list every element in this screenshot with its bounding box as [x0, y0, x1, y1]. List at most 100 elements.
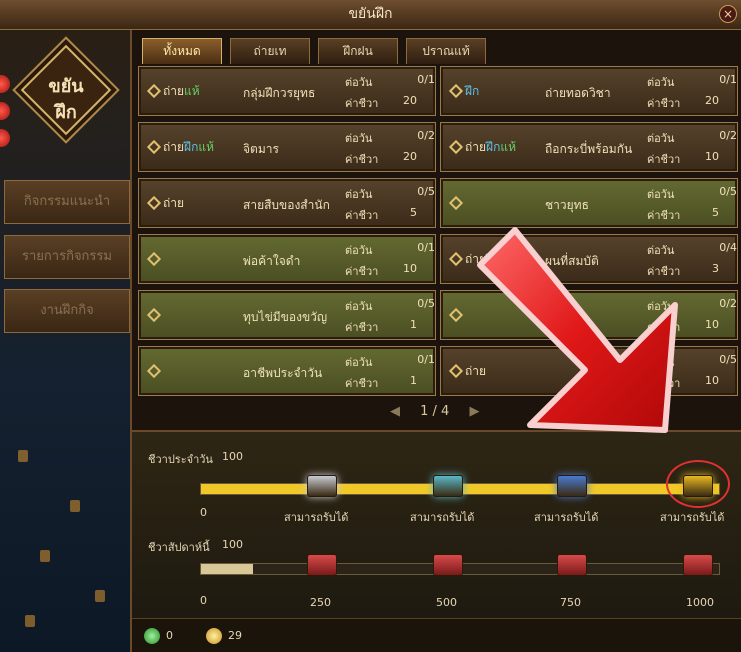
task-card[interactable]: ทุบไข่มีของขวัญ ต่อวัน ค่าชีวา 0/5 1	[138, 290, 436, 340]
per-day-label: ต่อวัน	[345, 132, 373, 145]
per-day-value: 0/1	[719, 73, 737, 86]
diamond-icon	[448, 251, 464, 267]
highlight-circle	[666, 460, 730, 508]
task-card[interactable]: ถ่ายฝึกแห้ ถือกระบี่พร้อมกัน ต่อวัน ค่าชีวา…	[440, 122, 738, 172]
tab-3[interactable]: ปราณแท้	[406, 38, 486, 64]
diamond-icon	[146, 139, 162, 155]
task-name: ชาวยุทธ	[545, 198, 589, 212]
task-tag: ถ่าย	[163, 84, 185, 98]
per-day-label: ต่อวัน	[647, 188, 675, 201]
diamond-icon	[146, 307, 162, 323]
life-label: ค่าชีวา	[647, 97, 681, 110]
life-value: 10	[705, 150, 719, 163]
red-orb-icon	[0, 129, 10, 147]
task-card[interactable]: ชาวยุทธ ต่อวัน ค่าชีวา 0/5 5	[440, 178, 738, 228]
daily-start: 0	[200, 506, 207, 519]
diamond-icon	[448, 307, 464, 323]
weekly-title: ชีวาสัปดาห์นี้	[148, 541, 210, 554]
life-value: 20	[403, 94, 417, 107]
task-tags: ฝึก	[465, 82, 479, 101]
emblem-title: ขยัน ฝึก	[48, 76, 84, 123]
daily-chest-label: สามารถรับได้	[284, 511, 349, 524]
task-card[interactable]: พ่อค้าใจดำ ต่อวัน ค่าชีวา 0/1 10	[138, 234, 436, 284]
task-card[interactable]: ถ่ายแห้ กลุ่มฝึกวรยุทธ ต่อวัน ค่าชีวา 0/1 20	[138, 66, 436, 116]
weekly-start: 0	[200, 594, 207, 607]
task-name: ถือกระบี่พร้อมกัน	[545, 142, 633, 156]
diamond-icon	[146, 251, 162, 267]
left-button-recommended[interactable]: กิจกรรมแนะนำ	[4, 180, 130, 224]
diamond-icon	[448, 139, 464, 155]
left-button-tasks[interactable]: งานฝึกกิจ	[4, 289, 130, 333]
weekly-chest-icon[interactable]	[557, 554, 587, 576]
per-day-label: ต่อวัน	[345, 76, 373, 89]
weekly-max: 100	[222, 538, 243, 551]
diamond-icon	[448, 83, 464, 99]
diamond-icon	[448, 363, 464, 379]
task-name: ทุบไข่มีของขวัญ	[243, 310, 328, 324]
task-tag: ฝึก	[486, 140, 501, 154]
per-day-label: ต่อวัน	[345, 244, 373, 257]
weekly-chest-icon[interactable]	[683, 554, 713, 576]
per-day-value: 0/2	[719, 129, 737, 142]
per-day-value: 0/1	[417, 73, 435, 86]
prev-page-icon[interactable]: ◀	[390, 404, 400, 419]
task-card[interactable]: ถ่าย สายสืบของสำนัก ต่อวัน ค่าชีวา 0/5 5	[138, 178, 436, 228]
task-tags: ถ่ายฝึกแห้	[163, 138, 214, 157]
task-card[interactable]: ฝึก ถ่ายทอดวิชา ต่อวัน ค่าชีวา 0/1 20	[440, 66, 738, 116]
task-tag: แห้	[198, 140, 214, 154]
life-value: 1	[410, 318, 417, 331]
currency-bar: 0 29	[132, 618, 741, 652]
life-label: ค่าชีวา	[345, 377, 379, 390]
tab-2[interactable]: ฝึกฝน	[318, 38, 398, 64]
weekly-chest-icon[interactable]	[433, 554, 463, 576]
task-tags: ถ่ายฝึกแห้	[465, 138, 516, 157]
per-day-label: ต่อวัน	[345, 300, 373, 313]
task-tag: ถ่าย	[163, 196, 185, 210]
per-day-value: 0/5	[719, 185, 737, 198]
daily-chest-label: สามารถรับได้	[410, 511, 475, 524]
lantern-decor	[25, 615, 35, 627]
gold-coin-icon	[206, 628, 222, 644]
task-tags: ถ่ายแห้	[163, 82, 200, 101]
task-card[interactable]: ถ่ายฝึกแห้ จิตมาร ต่อวัน ค่าชีวา 0/2 20	[138, 122, 436, 172]
tab-0[interactable]: ทั้งหมด	[142, 38, 222, 64]
window-title: ขยันฝึก	[348, 6, 393, 22]
daily-chest-icon[interactable]	[307, 475, 337, 497]
daily-chest-icon[interactable]	[557, 475, 587, 497]
window-titlebar: ขยันฝึก ×	[0, 0, 741, 30]
tab-1[interactable]: ถ่ายเท	[230, 38, 310, 64]
per-day-label: ต่อวัน	[647, 132, 675, 145]
life-label: ค่าชีวา	[345, 265, 379, 278]
left-button-activity-list[interactable]: รายการกิจกรรม	[4, 235, 130, 279]
life-value: 1	[410, 374, 417, 387]
life-label: ค่าชีวา	[345, 97, 379, 110]
weekly-chest-icon[interactable]	[307, 554, 337, 576]
weekly-chest-label: 500	[436, 596, 457, 609]
life-label: ค่าชีวา	[345, 153, 379, 166]
daily-max: 100	[222, 450, 243, 463]
diamond-icon	[146, 363, 162, 379]
per-day-label: ต่อวัน	[345, 188, 373, 201]
left-panel: ขยัน ฝึก กิจกรรมแนะนำ รายการกิจกรรม งานฝ…	[0, 30, 132, 652]
arrow-shape	[477, 227, 678, 433]
pager: ◀ 1 / 4 ▶	[390, 404, 479, 419]
diamond-icon	[146, 83, 162, 99]
task-card[interactable]: อาชีพประจำวัน ต่อวัน ค่าชีวา 0/1 1	[138, 346, 436, 396]
task-name: อาชีพประจำวัน	[243, 366, 323, 380]
per-day-value: 0/1	[417, 353, 435, 366]
per-day-label: ต่อวัน	[647, 76, 675, 89]
life-label: ค่าชีวา	[345, 321, 379, 334]
green-coin-icon	[144, 628, 160, 644]
lantern-decor	[18, 450, 28, 462]
life-value: 5	[410, 206, 417, 219]
task-tag: แห้	[184, 84, 200, 98]
life-value: 20	[705, 94, 719, 107]
daily-chest-icon[interactable]	[433, 475, 463, 497]
task-name: สายสืบของสำนัก	[243, 198, 330, 212]
task-tags: ถ่าย	[163, 194, 184, 213]
per-day-value: 0/2	[417, 129, 435, 142]
daily-chest-label: สามารถรับได้	[534, 511, 599, 524]
task-tag: ฝึก	[465, 84, 480, 98]
close-icon[interactable]: ×	[719, 5, 737, 23]
lantern-decor	[70, 500, 80, 512]
